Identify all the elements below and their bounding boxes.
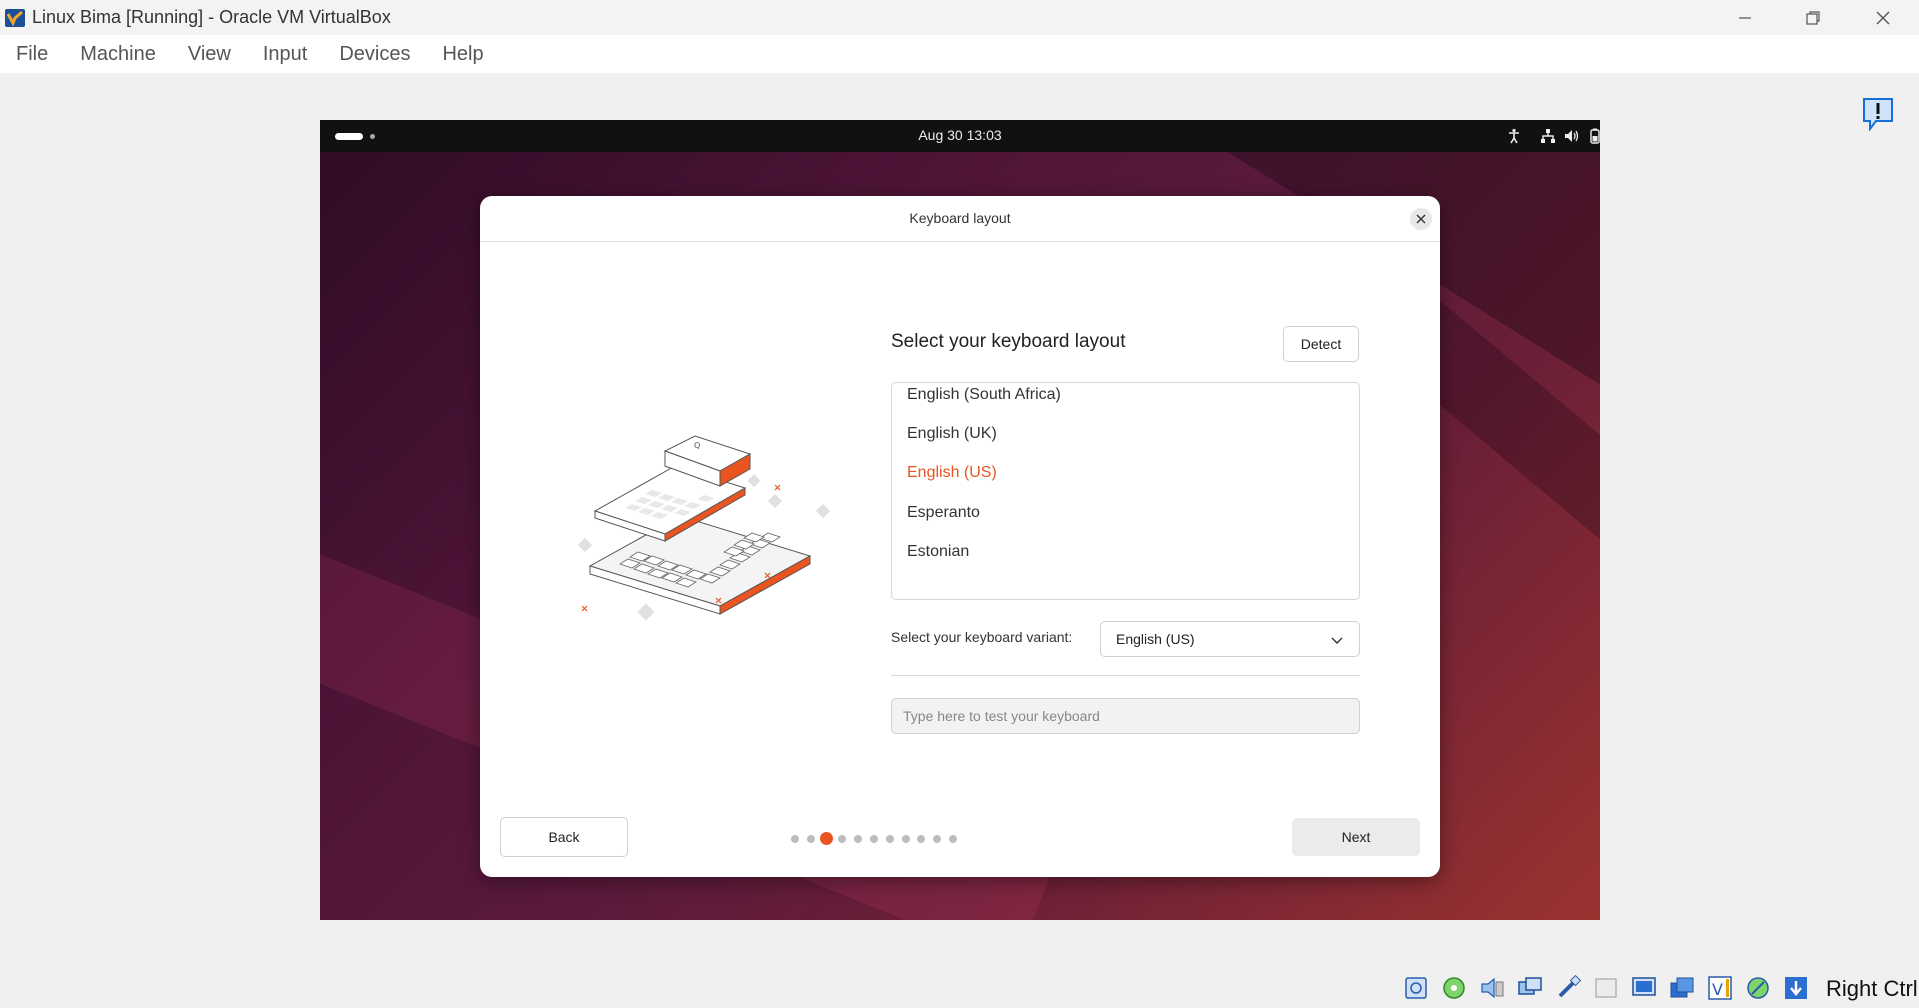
step-dot — [901, 835, 910, 843]
dialog-title: Keyboard layout — [909, 210, 1011, 226]
menu-machine[interactable]: Machine — [80, 43, 156, 66]
dialog-close-button[interactable] — [1410, 208, 1432, 230]
keyboard-variant-select[interactable]: English (US) — [1100, 621, 1360, 657]
variant-value: English (US) — [1116, 631, 1195, 647]
next-button[interactable]: Next — [1292, 818, 1420, 856]
accessibility-icon[interactable] — [1506, 128, 1522, 144]
step-dot — [949, 835, 957, 843]
menubar: File Machine View Input Devices Help — [0, 35, 1919, 73]
shared-folder-icon[interactable] — [1590, 972, 1622, 1004]
menu-input[interactable]: Input — [263, 43, 307, 66]
variant-label: Select your keyboard variant: — [891, 629, 1073, 645]
close-icon[interactable] — [1848, 0, 1918, 35]
recording-icon[interactable] — [1666, 972, 1698, 1004]
chevron-down-icon — [1329, 632, 1345, 648]
battery-icon[interactable] — [1587, 128, 1600, 144]
list-item[interactable]: Estonian — [907, 543, 969, 561]
menu-devices[interactable]: Devices — [339, 43, 410, 66]
list-item[interactable]: English (South Africa) — [907, 386, 1061, 404]
exclamation-notice-icon[interactable] — [1862, 97, 1894, 132]
guest-topbar: Aug 30 13:03 — [320, 120, 1600, 152]
keyboard-layout-dialog: Keyboard layout Q Select your keyboard l… — [480, 196, 1440, 877]
step-dot — [806, 835, 815, 843]
keyboard-layout-list[interactable]: English (South Africa) English (UK) Engl… — [891, 382, 1360, 600]
close-icon — [1416, 214, 1426, 224]
display-icon[interactable] — [1628, 972, 1660, 1004]
list-item-selected[interactable]: English (US) — [907, 464, 997, 482]
step-dot — [838, 835, 847, 843]
menu-view[interactable]: View — [188, 43, 231, 66]
virtualbox-icon — [2, 5, 28, 31]
optical-drive-icon[interactable] — [1438, 972, 1470, 1004]
network-adapter-icon[interactable] — [1514, 972, 1546, 1004]
usb-icon[interactable] — [1552, 972, 1584, 1004]
vt-x-icon[interactable]: V — [1704, 972, 1736, 1004]
step-dot — [885, 835, 894, 843]
vbox-statusbar: V Right Ctrl — [1400, 968, 1919, 1008]
volume-icon[interactable] — [1564, 128, 1580, 144]
host-key-label: Right Ctrl — [1826, 976, 1918, 1001]
minimize-icon[interactable] — [1710, 0, 1780, 35]
svg-text:Q: Q — [694, 441, 700, 450]
step-dot — [917, 835, 926, 843]
step-dot — [933, 835, 942, 843]
audio-icon[interactable] — [1476, 972, 1508, 1004]
keyboard-test-input[interactable] — [891, 698, 1360, 734]
window-title: Linux Bima [Running] - Oracle VM Virtual… — [32, 7, 391, 27]
step-dot — [854, 835, 863, 843]
mouse-integration-icon[interactable] — [1742, 972, 1774, 1004]
vm-screen[interactable]: Aug 30 13:03 Keyboard layout Q Select yo… — [320, 120, 1600, 920]
menu-file[interactable]: File — [16, 43, 48, 66]
menu-help[interactable]: Help — [442, 43, 483, 66]
guest-clock[interactable]: Aug 30 13:03 — [320, 127, 1600, 143]
svg-text:V: V — [1712, 980, 1723, 999]
hard-disk-icon[interactable] — [1400, 972, 1432, 1004]
list-item[interactable]: English (UK) — [907, 425, 997, 443]
step-dot — [870, 835, 878, 843]
step-dot — [791, 835, 799, 843]
detect-button[interactable]: Detect — [1283, 326, 1359, 362]
list-item[interactable]: Esperanto — [907, 504, 980, 522]
step-dot-current — [820, 832, 834, 845]
keyboard-illustration: Q — [570, 426, 831, 636]
page-heading: Select your keyboard layout — [891, 331, 1126, 352]
restore-icon[interactable] — [1778, 0, 1848, 35]
network-icon[interactable] — [1540, 128, 1556, 144]
window-titlebar: Linux Bima [Running] - Oracle VM Virtual… — [0, 0, 1919, 35]
divider — [891, 675, 1360, 676]
dialog-header: Keyboard layout — [480, 196, 1440, 242]
arrow-down-icon[interactable] — [1780, 972, 1812, 1004]
